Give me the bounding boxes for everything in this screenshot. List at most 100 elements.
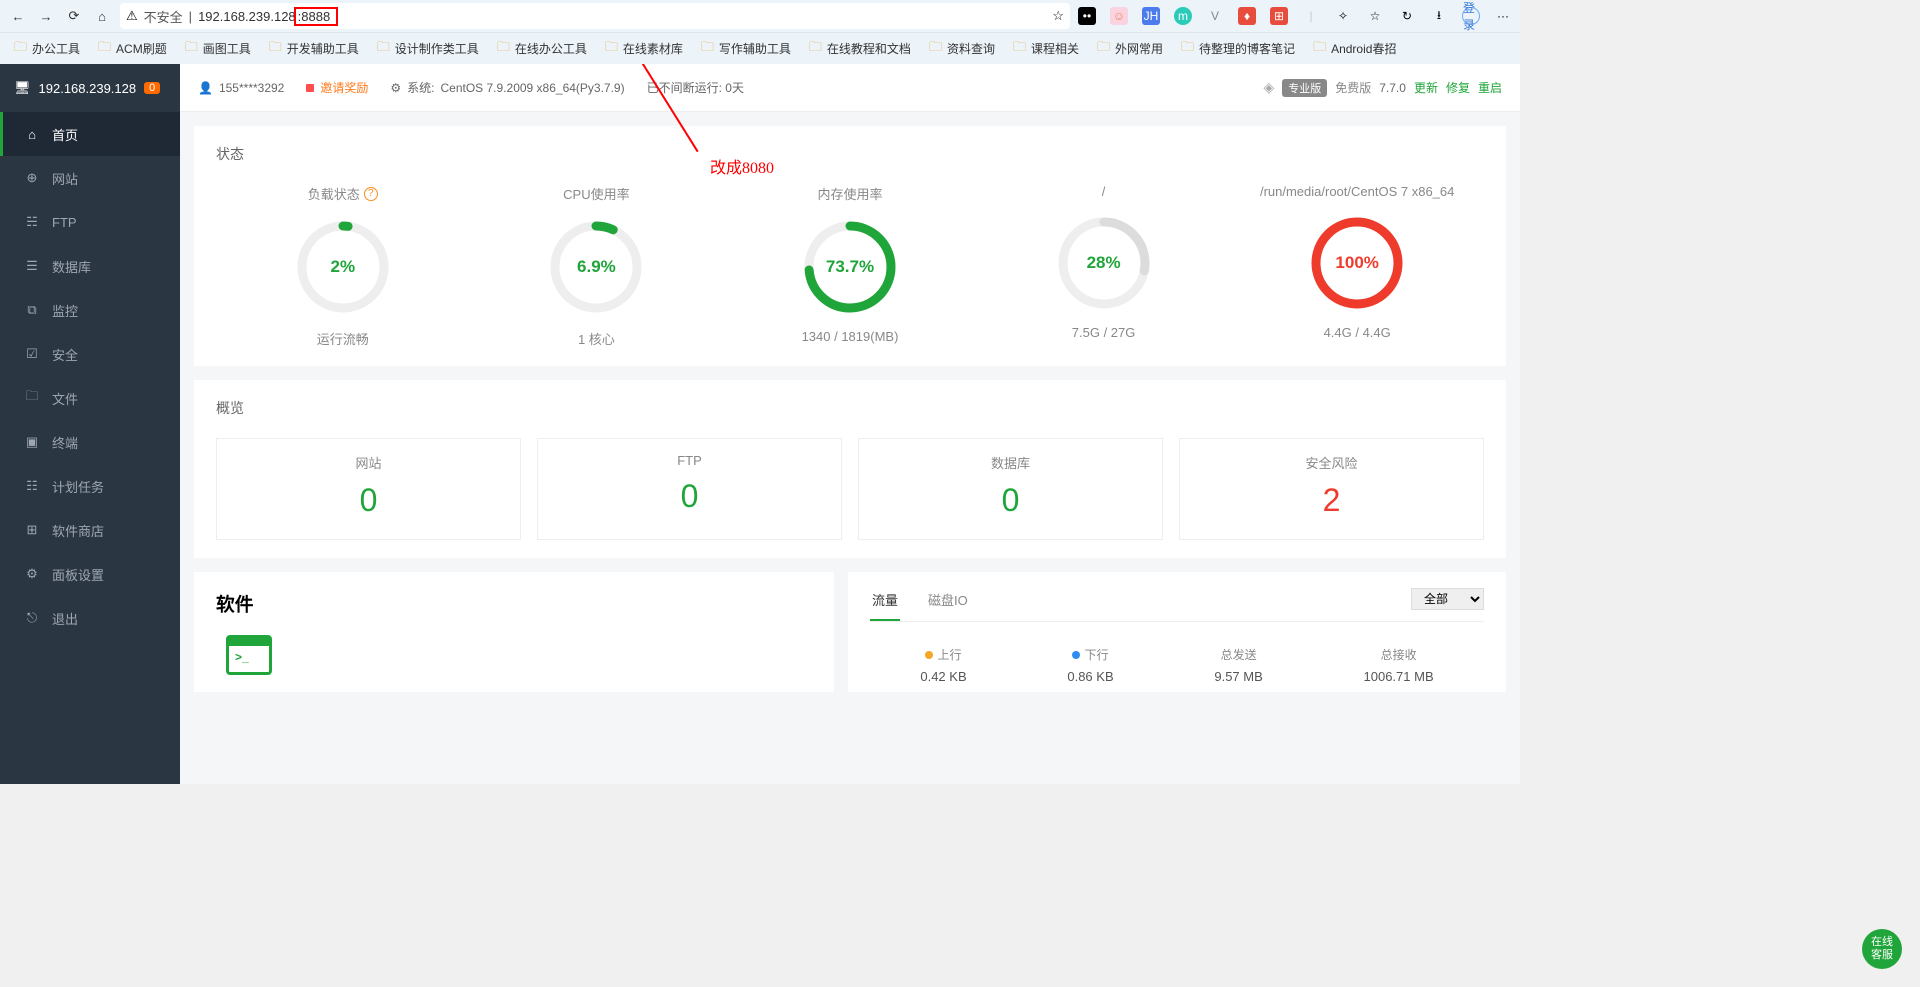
unsafe-label: 不安全: [144, 7, 183, 26]
sidebar-label: 首页: [52, 125, 78, 144]
bookmark-item[interactable]: 🗀Android春招: [1313, 38, 1396, 60]
fix-link[interactable]: 修复: [1446, 79, 1470, 96]
sidebar-label: 安全: [52, 345, 78, 364]
bookmark-item[interactable]: 🗀办公工具: [14, 38, 80, 60]
sidebar-item[interactable]: ☷计划任务: [0, 464, 180, 508]
sidebar-item[interactable]: ☑安全: [0, 332, 180, 376]
bookmark-item[interactable]: 🗀设计制作类工具: [377, 38, 479, 60]
sidebar-label: 监控: [52, 301, 78, 320]
folder-icon: 🗀: [497, 38, 510, 60]
folder-icon: 🗀: [98, 38, 111, 60]
gauge-sub: 1340 / 1819(MB): [740, 329, 960, 344]
restart-link[interactable]: 重启: [1478, 79, 1502, 96]
status-title: 状态: [216, 144, 1484, 164]
sidebar-item[interactable]: ⌂首页: [0, 112, 180, 156]
sidebar-icon: ⊕: [24, 170, 40, 186]
favorites-icon[interactable]: ☆: [1366, 7, 1384, 25]
bookmark-item[interactable]: 🗀在线办公工具: [497, 38, 587, 60]
bookmark-item[interactable]: 🗀资料查询: [929, 38, 995, 60]
sidebar-item[interactable]: ⊞ 软件商店: [0, 508, 180, 552]
status-card: 状态 负载状态?2%运行流畅CPU使用率6.9%1 核心内存使用率73.7%13…: [194, 126, 1506, 366]
ext-icon[interactable]: ♦: [1238, 7, 1256, 25]
overview-label: 数据库: [859, 453, 1162, 472]
ext-menu-icon[interactable]: ✧: [1334, 7, 1352, 25]
gift-icon: [306, 84, 314, 92]
traffic-tabs: 流量 磁盘IO: [870, 590, 1484, 622]
ext-icon[interactable]: ⊞: [1270, 7, 1288, 25]
sidebar-item[interactable]: ⚙面板设置: [0, 552, 180, 596]
bookmark-item[interactable]: 🗀开发辅助工具: [269, 38, 359, 60]
sidebar-item[interactable]: ⎋退出: [0, 596, 180, 640]
traffic-value: 1006.71 MB: [1364, 669, 1434, 684]
ext-icon[interactable]: V: [1206, 7, 1224, 25]
folder-icon: 🗀: [929, 38, 942, 60]
overview-item[interactable]: FTP 0: [537, 438, 842, 540]
gauge[interactable]: /28%7.5G / 27G: [994, 184, 1214, 348]
sidebar-label: FTP: [52, 215, 77, 230]
ext-icon[interactable]: ••: [1078, 7, 1096, 25]
address-bar[interactable]: ⚠ 不安全 | 192.168.239.128:8888 ☆: [120, 3, 1070, 29]
sidebar-item[interactable]: ⧉监控: [0, 288, 180, 332]
bookmark-item[interactable]: 🗀写作辅助工具: [701, 38, 791, 60]
tab-diskio[interactable]: 磁盘IO: [926, 590, 970, 621]
terminal-icon[interactable]: [226, 635, 272, 675]
overview-item[interactable]: 数据库0: [858, 438, 1163, 540]
download-icon[interactable]: ⭳: [1430, 7, 1448, 25]
bookmark-item[interactable]: 🗀课程相关: [1013, 38, 1079, 60]
folder-icon: 🗀: [1313, 38, 1326, 60]
ext-icon[interactable]: JH: [1142, 7, 1160, 25]
help-icon[interactable]: ?: [364, 187, 378, 201]
overview-value: 0: [538, 478, 841, 515]
port-highlight: :8888: [294, 7, 339, 26]
sidebar-item[interactable]: ☵FTP: [0, 200, 180, 244]
sidebar-item[interactable]: 🗀文件: [0, 376, 180, 420]
sidebar-icon: ⊞: [24, 522, 40, 538]
gauge[interactable]: CPU使用率6.9%1 核心: [486, 184, 706, 348]
sidebar-header: 🖥 192.168.239.128 0: [0, 64, 180, 112]
update-link[interactable]: 更新: [1414, 79, 1438, 96]
login-button[interactable]: 登录: [1462, 7, 1480, 25]
monitor-icon: 🖥: [14, 80, 31, 96]
bookmark-item[interactable]: 🗀外网常用: [1097, 38, 1163, 60]
main-content: 👤155****3292 邀请奖励 ⚙系统:CentOS 7.9.2009 x8…: [180, 64, 1520, 784]
ext-icon[interactable]: ☺: [1110, 7, 1128, 25]
tab-traffic[interactable]: 流量: [870, 590, 900, 621]
ext-icon[interactable]: m: [1174, 7, 1192, 25]
sidebar-icon: 🗀: [24, 387, 40, 409]
home-button[interactable]: ⌂: [92, 9, 112, 24]
traffic-filter[interactable]: 全部: [1411, 588, 1484, 610]
help-float-button[interactable]: 在线客服: [1862, 929, 1902, 969]
back-button[interactable]: ←: [8, 9, 28, 24]
user-id: 155****3292: [219, 81, 284, 95]
sidebar-item[interactable]: ▣终端: [0, 420, 180, 464]
gauge[interactable]: 负载状态?2%运行流畅: [233, 184, 453, 348]
overview-title: 概览: [216, 398, 1484, 418]
sidebar-item[interactable]: ☰数据库: [0, 244, 180, 288]
sidebar-label: 软件商店: [52, 521, 104, 540]
sidebar-item[interactable]: ⊕网站: [0, 156, 180, 200]
folder-icon: 🗀: [701, 38, 714, 60]
user-icon: 👤: [198, 81, 213, 95]
overview-item[interactable]: 安全风险2: [1179, 438, 1484, 540]
extension-icons: •• ☺ JH m V ♦ ⊞ | ✧ ☆ ↻ ⭳ 登录 ···: [1078, 7, 1512, 25]
gauge-sub: 1 核心: [486, 329, 706, 348]
free-label: 免费版: [1335, 79, 1371, 96]
favorite-icon[interactable]: ☆: [1052, 8, 1064, 24]
bookmark-item[interactable]: 🗀ACM刷题: [98, 38, 167, 60]
bookmark-item[interactable]: 🗀画图工具: [185, 38, 251, 60]
reload-button[interactable]: ⟳: [64, 8, 84, 24]
more-button[interactable]: ···: [1494, 7, 1512, 25]
sidebar-label: 退出: [52, 609, 78, 628]
bookmark-item[interactable]: 🗀在线教程和文档: [809, 38, 911, 60]
history-icon[interactable]: ↻: [1398, 7, 1416, 25]
gauge[interactable]: /run/media/root/CentOS 7 x86_64100%4.4G …: [1247, 184, 1467, 348]
bookmark-item[interactable]: 🗀在线素材库: [605, 38, 683, 60]
bookmark-item[interactable]: 🗀待整理的博客笔记: [1181, 38, 1295, 60]
overview-item[interactable]: 网站0: [216, 438, 521, 540]
overview-label: FTP: [538, 453, 841, 468]
invite-link[interactable]: 邀请奖励: [320, 79, 368, 96]
gauge[interactable]: 内存使用率73.7%1340 / 1819(MB): [740, 184, 960, 348]
bookmark-bar: 🗀办公工具 🗀ACM刷题 🗀画图工具 🗀开发辅助工具 🗀设计制作类工具 🗀在线办公工具 🗀在…: [0, 32, 1520, 64]
software-title: 软件: [216, 590, 812, 617]
forward-button[interactable]: →: [36, 9, 56, 24]
